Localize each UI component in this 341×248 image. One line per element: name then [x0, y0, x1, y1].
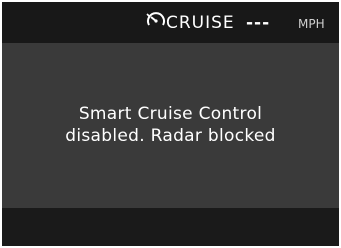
cruise-control-icon — [145, 10, 167, 30]
message-area: Smart Cruise Control disabled. Radar blo… — [2, 43, 339, 208]
warning-message-line-1: Smart Cruise Control — [78, 104, 263, 124]
display-frame: CRUISE --- MPH Smart Cruise Control disa… — [0, 0, 341, 248]
speed-unit: MPH — [298, 17, 325, 31]
cruise-label: CRUISE — [166, 13, 235, 33]
bottom-bar — [2, 208, 339, 246]
warning-message: Smart Cruise Control disabled. Radar blo… — [2, 103, 339, 147]
set-speed-value: --- — [246, 13, 271, 33]
warning-message-line-2: disabled. Radar blocked — [65, 126, 276, 146]
cluster-display: CRUISE --- MPH Smart Cruise Control disa… — [2, 2, 339, 246]
cruise-status-bar: CRUISE --- MPH — [2, 2, 339, 43]
